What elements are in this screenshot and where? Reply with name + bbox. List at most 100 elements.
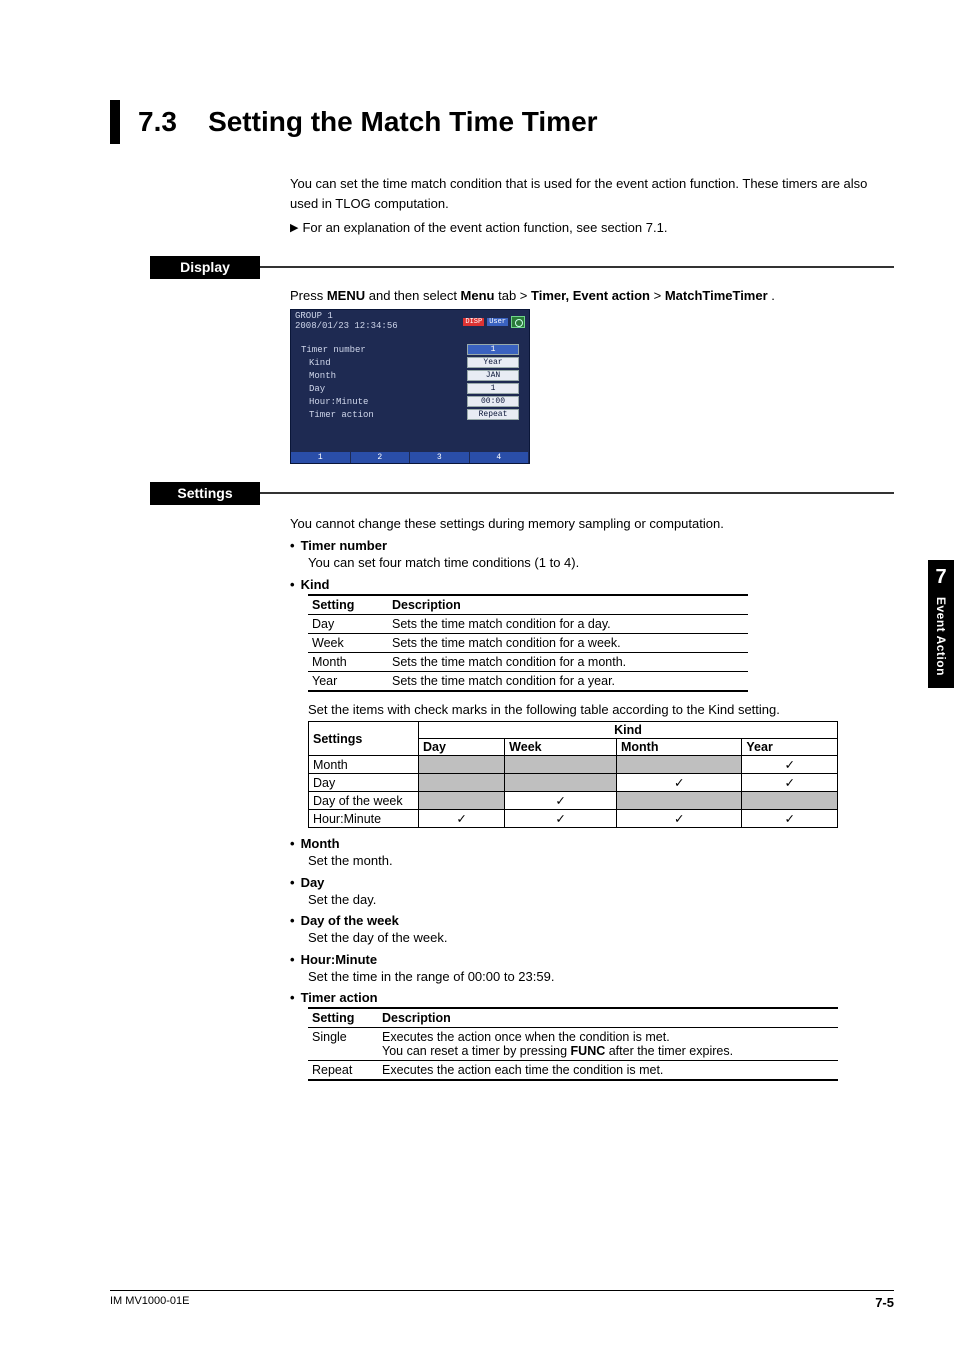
desc-timer-number: You can set four match time conditions (… (308, 553, 894, 573)
head-kind: Kind (290, 577, 329, 592)
ss-titlebar: GROUP 1 2008/01/23 12:34:56 DISP User (291, 310, 529, 334)
cell-check: ✓ (742, 774, 838, 792)
row-name: Day (309, 774, 419, 792)
cell: Day (308, 614, 388, 633)
bc-mid1: and then select (369, 288, 461, 303)
cell-shade (742, 792, 838, 810)
th-description: Description (378, 1008, 838, 1028)
bc-prefix: Press (290, 288, 327, 303)
cell-check: ✓ (616, 810, 741, 828)
ss-row-timer-number: Timer number 1 (301, 344, 519, 355)
cell-check: ✓ (742, 810, 838, 828)
th-col: Day (419, 739, 505, 756)
th-description: Description (388, 595, 748, 615)
ss-label: Day (301, 384, 325, 394)
ss-tab: 1 (291, 452, 351, 463)
title-text: 7.3 Setting the Match Time Timer (138, 106, 598, 138)
device-screenshot: GROUP 1 2008/01/23 12:34:56 DISP User Ti… (290, 309, 530, 464)
bc-suffix: . (771, 288, 775, 303)
desc-month: Set the month. (308, 851, 894, 871)
intro-crossref: ▶ For an explanation of the event action… (290, 218, 894, 238)
ss-label: Kind (301, 358, 331, 368)
kind-matrix-table: Settings Kind Day Week Month Year Month … (308, 721, 838, 828)
table-row: Hour:Minute ✓ ✓ ✓ ✓ (309, 810, 838, 828)
cell-check: ✓ (505, 810, 617, 828)
display-section-header: Display (290, 256, 894, 278)
cell: Year (308, 671, 388, 691)
head-day: Day (290, 875, 324, 890)
ss-label: Month (301, 371, 336, 381)
footer-page-number: 7-5 (875, 1295, 894, 1310)
cell-check: ✓ (742, 756, 838, 774)
item-month: Month Set the month. (290, 836, 894, 871)
head-dow: Day of the week (290, 913, 399, 928)
item-hm: Hour:Minute Set the time in the range of… (290, 952, 894, 987)
cell-span: after the timer expires. (605, 1044, 733, 1058)
body-column: You can set the time match condition tha… (290, 174, 894, 1081)
ss-titlebar-right: DISP User (463, 316, 525, 328)
cell: Single (308, 1028, 378, 1061)
th-col: Month (616, 739, 741, 756)
desc-day: Set the day. (308, 890, 894, 910)
desc-dow: Set the day of the week. (308, 928, 894, 948)
cell: Sets the time match condition for a mont… (388, 652, 748, 671)
cell: Executes the action each time the condit… (378, 1061, 838, 1081)
ss-row: Hour:Minute 00:00 (301, 396, 519, 407)
arrow-icon: ▶ (290, 220, 298, 237)
th-col: Week (505, 739, 617, 756)
ss-row: Day 1 (301, 383, 519, 394)
table-row: Month ✓ (309, 756, 838, 774)
cell-shade (419, 774, 505, 792)
cell-span: You can reset a timer by pressing (382, 1044, 571, 1058)
ss-label: Timer action (301, 410, 374, 420)
ss-timer-number-value: 1 (467, 344, 519, 355)
settings-rule (260, 492, 894, 494)
chapter-number: 7 (928, 566, 954, 589)
head-month: Month (290, 836, 340, 851)
section-title: 7.3 Setting the Match Time Timer (110, 100, 894, 144)
ss-value: JAN (467, 370, 519, 381)
item-dow: Day of the week Set the day of the week. (290, 913, 894, 948)
cell: Week (308, 633, 388, 652)
cell-line: You can reset a timer by pressing FUNC a… (382, 1044, 834, 1058)
ss-value: Repeat (467, 409, 519, 420)
title-label: Setting the Match Time Timer (208, 106, 597, 137)
cell: Sets the time match condition for a year… (388, 671, 748, 691)
item-kind: Kind Setting Description DaySets the tim… (290, 577, 894, 829)
timer-action-table: Setting Description Single Executes the … (308, 1007, 838, 1081)
bc-item1: Timer, Event action (531, 288, 650, 303)
ss-timestamp: 2008/01/23 12:34:56 (295, 322, 398, 332)
ss-value: Year (467, 357, 519, 368)
ss-body: Timer number 1 Kind Year Month JAN Day 1… (291, 334, 529, 452)
bc-menu: MENU (327, 288, 365, 303)
ss-value: 00:00 (467, 396, 519, 407)
table-row: WeekSets the time match condition for a … (308, 633, 748, 652)
cell: Sets the time match condition for a week… (388, 633, 748, 652)
cell-shade (419, 792, 505, 810)
display-rule (260, 266, 894, 268)
cell-shade (419, 756, 505, 774)
bc-mid3: > (654, 288, 665, 303)
th-settings: Settings (309, 722, 419, 756)
ss-badge-disp: DISP (463, 318, 484, 326)
bc-tab: Menu (461, 288, 495, 303)
breadcrumb: Press MENU and then select Menu tab > Ti… (290, 288, 894, 303)
title-number: 7.3 (138, 106, 177, 137)
settings-label: Settings (150, 482, 260, 505)
ss-badge-user: User (487, 318, 508, 326)
cell: Month (308, 652, 388, 671)
camera-icon (511, 316, 525, 328)
chapter-side-tab: 7 Event Action (928, 560, 954, 688)
row-name: Hour:Minute (309, 810, 419, 828)
cell: Executes the action once when the condit… (378, 1028, 838, 1061)
cell-line: Executes the action once when the condit… (382, 1030, 834, 1044)
th-setting: Setting (308, 1008, 378, 1028)
settings-note: You cannot change these settings during … (290, 514, 894, 534)
ss-tab: 4 (470, 452, 530, 463)
title-accent-bar (110, 100, 120, 144)
ss-row: Month JAN (301, 370, 519, 381)
head-timer-action: Timer action (290, 990, 378, 1005)
item-timer-number: Timer number You can set four match time… (290, 538, 894, 573)
table-row: DaySets the time match condition for a d… (308, 614, 748, 633)
kind-matrix-note: Set the items with check marks in the fo… (308, 700, 894, 720)
